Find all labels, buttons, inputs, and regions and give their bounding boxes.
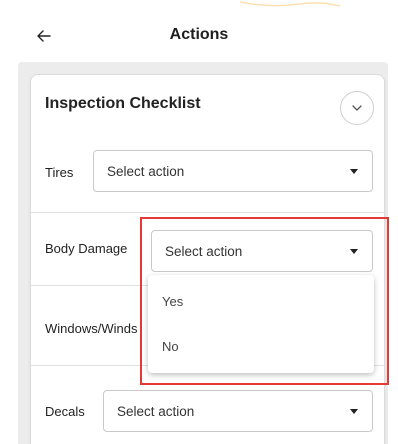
- page-title: Actions: [169, 26, 229, 43]
- caret-down-icon: [350, 169, 358, 174]
- tires-select-value: Select action: [107, 164, 185, 179]
- dropdown-option-yes[interactable]: Yes: [148, 281, 374, 321]
- body-damage-select[interactable]: Select action: [151, 230, 373, 272]
- body-damage-select-value: Select action: [165, 244, 243, 259]
- app-header: Actions: [0, 14, 398, 58]
- decals-select[interactable]: Select action: [103, 390, 373, 432]
- caret-down-icon: [350, 409, 358, 414]
- decals-label: Decals: [45, 404, 85, 419]
- dropdown-option-no[interactable]: No: [148, 326, 374, 366]
- row-divider: [31, 285, 151, 286]
- tires-select[interactable]: Select action: [93, 150, 373, 192]
- tires-label: Tires: [45, 165, 74, 180]
- decals-select-value: Select action: [117, 404, 195, 419]
- inspection-checklist-card: Inspection Checklist Tires Select action…: [30, 74, 386, 444]
- body-damage-dropdown-menu: Yes No: [148, 275, 374, 373]
- caret-down-icon: [350, 249, 358, 254]
- row-divider: [31, 212, 386, 213]
- body-damage-label: Body Damage: [45, 241, 128, 256]
- chevron-down-icon: [352, 105, 362, 111]
- card-title: Inspection Checklist: [45, 95, 201, 112]
- header-decoration: [239, 1, 341, 7]
- windows-windshield-label: Windows/Winds: [45, 321, 138, 336]
- collapse-button[interactable]: [340, 91, 374, 125]
